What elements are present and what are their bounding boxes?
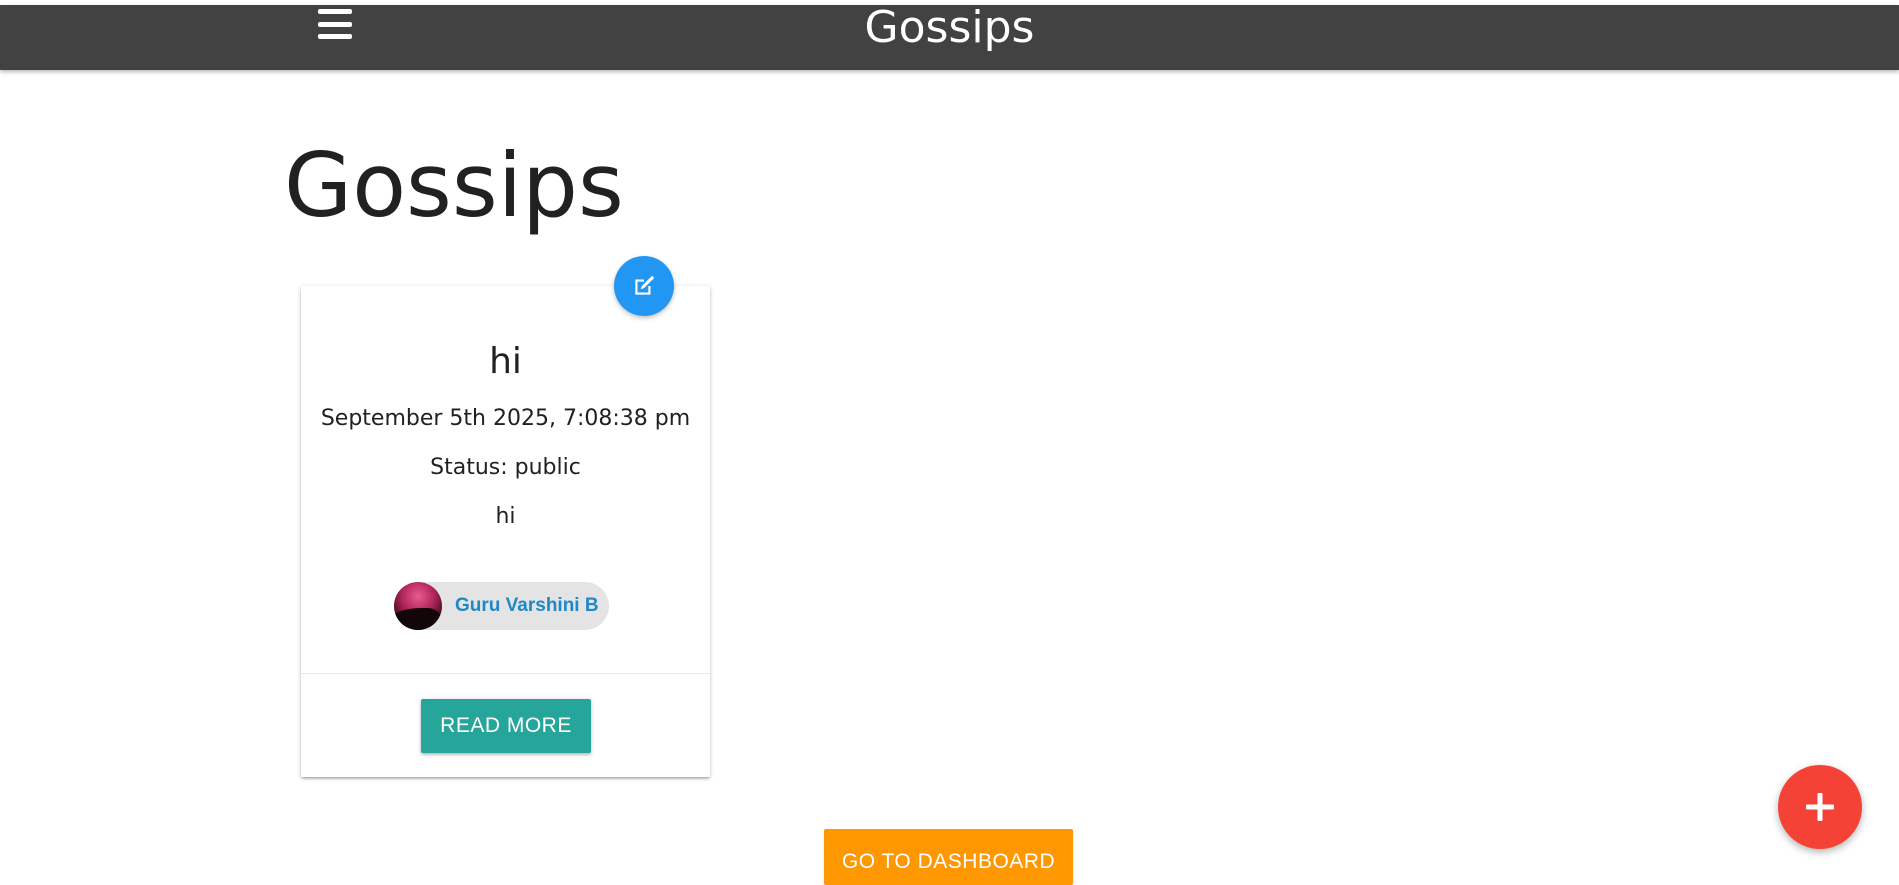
edit-icon xyxy=(635,275,655,295)
author-chip[interactable]: Guru Varshini B xyxy=(394,582,609,630)
story-status: Status: public xyxy=(430,455,581,480)
story-date: September 5th 2025, 7:08:38 pm xyxy=(320,406,691,431)
read-more-button[interactable]: READ MORE xyxy=(421,699,591,753)
brand-logo[interactable]: Gossips xyxy=(0,3,1899,53)
page-title: Gossips xyxy=(284,134,624,237)
author-name[interactable]: Guru Varshini B xyxy=(455,595,599,617)
top-navbar: Gossips xyxy=(0,3,1899,70)
story-title: hi xyxy=(489,341,522,382)
add-story-button[interactable] xyxy=(1778,765,1862,849)
plus-icon xyxy=(1806,793,1834,821)
card-divider xyxy=(301,673,710,674)
story-body: hi xyxy=(495,504,516,529)
avatar xyxy=(394,582,442,630)
edit-story-button[interactable] xyxy=(614,256,674,316)
